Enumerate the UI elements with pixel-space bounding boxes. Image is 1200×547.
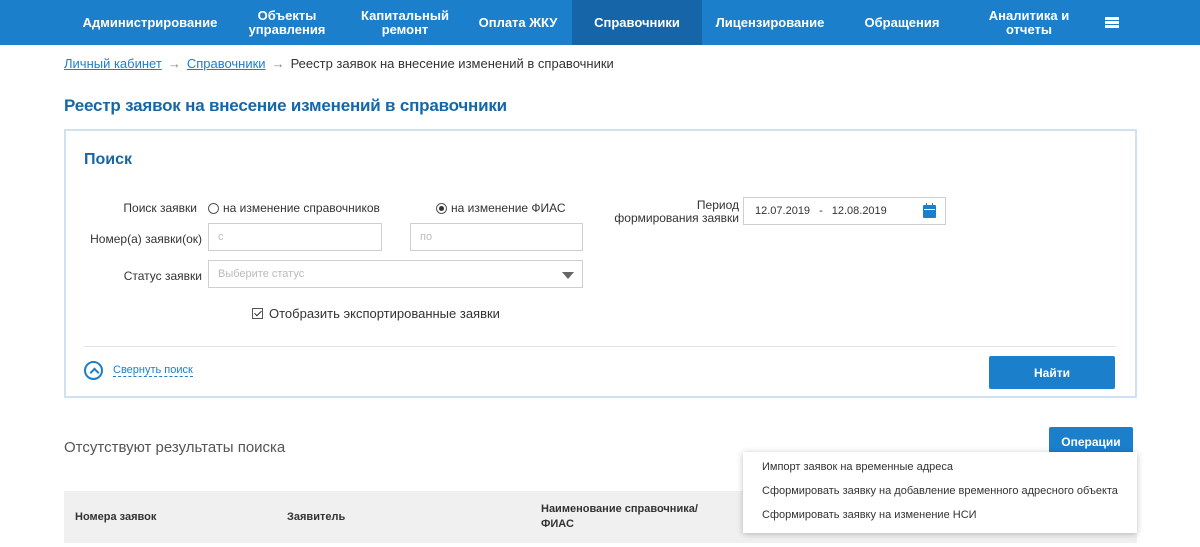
nav-item-capital-repair[interactable]: Капитальный ремонт	[346, 0, 464, 45]
nav-item-housing-payment[interactable]: Оплата ЖКУ	[464, 0, 572, 45]
no-results-text: Отсутствуют результаты поиска	[64, 439, 286, 456]
nav-item-management-objects[interactable]: Объекты управления	[228, 0, 346, 45]
column-header-applicant[interactable]: Заявитель	[287, 511, 345, 523]
request-status-select[interactable]: Выберите статус	[208, 260, 583, 288]
nav-item-appeals[interactable]: Обращения	[838, 0, 966, 45]
show-exported-checkbox[interactable]: Отобразить экспортированные заявки	[252, 306, 500, 321]
panel-divider	[84, 346, 1116, 347]
top-navigation: Администрирование Объекты управления Кап…	[0, 0, 1200, 45]
operations-menu: Импорт заявок на временные адреса Сформи…	[743, 452, 1137, 533]
request-numbers-label: Номер(а) заявки(ок)	[90, 232, 202, 246]
breadcrumb-arrow-icon: →	[271, 56, 285, 71]
search-panel-title: Поиск	[84, 151, 133, 168]
column-header-reference-name[interactable]: Наименование справочника/ ФИАС	[541, 502, 698, 532]
breadcrumb-current: Реестр заявок на внесение изменений в сп…	[290, 56, 614, 71]
column-header-numbers[interactable]: Номера заявок	[75, 511, 156, 523]
show-exported-label: Отобразить экспортированные заявки	[269, 306, 500, 321]
hamburger-menu-icon[interactable]	[1092, 0, 1132, 45]
search-panel: Поиск Поиск заявки на изменение справочн…	[64, 129, 1137, 398]
nav-item-analytics[interactable]: Аналитика и отчеты	[966, 0, 1092, 45]
menu-item-change-nsi[interactable]: Сформировать заявку на изменение НСИ	[743, 506, 1137, 530]
request-number-to-input[interactable]: по	[410, 223, 583, 251]
menu-item-import-temporary[interactable]: Импорт заявок на временные адреса	[743, 458, 1137, 482]
period-date-range-input[interactable]: 12.07.2019 - 12.08.2019	[743, 197, 946, 225]
collapse-search-label: Свернуть поиск	[113, 364, 193, 377]
radio-reference-change-label: на изменение справочников	[223, 201, 380, 215]
date-from: 12.07.2019	[755, 205, 811, 217]
breadcrumb-arrow-icon: →	[167, 56, 181, 71]
chevron-down-icon	[562, 272, 574, 279]
radio-reference-change[interactable]: на изменение справочников	[208, 201, 380, 215]
find-button[interactable]: Найти	[989, 356, 1115, 389]
chevron-up-circle-icon	[84, 361, 103, 380]
period-label: Период формирования заявки	[614, 198, 739, 225]
radio-fias-change[interactable]: на изменение ФИАС	[436, 201, 566, 215]
date-to: 12.08.2019	[831, 205, 887, 217]
breadcrumb: Личный кабинет → Справочники → Реестр заявок…	[64, 56, 614, 71]
radio-fias-change-label: на изменение ФИАС	[451, 201, 566, 215]
checkbox-checked-icon	[252, 308, 263, 319]
page-title: Реестр заявок на внесение изменений в сп…	[64, 96, 507, 115]
request-status-label: Статус заявки	[123, 269, 202, 283]
radio-icon	[208, 202, 219, 214]
status-placeholder: Выберите статус	[218, 268, 305, 280]
breadcrumb-link-reference-books[interactable]: Справочники	[187, 56, 266, 71]
nav-item-administration[interactable]: Администрирование	[72, 0, 228, 45]
date-separator: -	[819, 205, 823, 217]
collapse-search-link[interactable]: Свернуть поиск	[84, 361, 193, 380]
nav-item-reference-books[interactable]: Справочники	[572, 0, 702, 45]
breadcrumb-link-cabinet[interactable]: Личный кабинет	[64, 56, 162, 71]
request-search-label: Поиск заявки	[123, 201, 197, 215]
menu-item-add-temporary-object[interactable]: Сформировать заявку на добавление времен…	[743, 482, 1137, 506]
request-number-from-input[interactable]: с	[208, 223, 382, 251]
radio-selected-icon	[436, 202, 447, 214]
calendar-icon[interactable]	[923, 203, 936, 218]
nav-item-licensing[interactable]: Лицензирование	[702, 0, 838, 45]
